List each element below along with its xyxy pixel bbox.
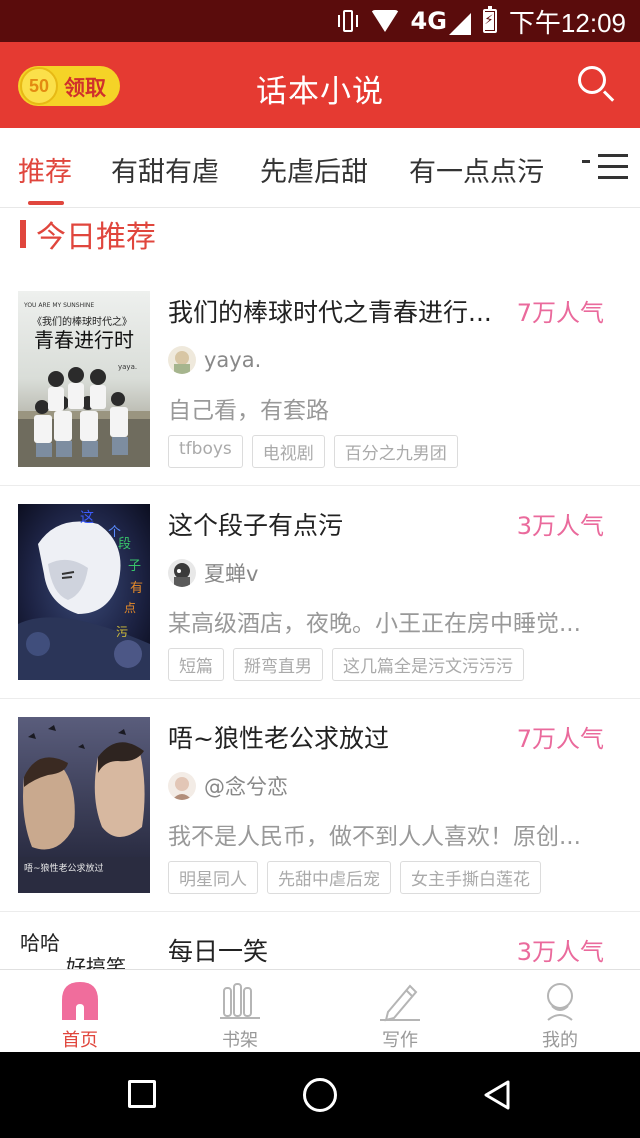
book-title: 这个段子有点污 <box>168 511 344 540</box>
section-title: 今日推荐 <box>20 216 156 255</box>
cover-text: 哈哈 <box>20 931 60 955</box>
author-name: yaya. <box>204 348 262 372</box>
nav-label: 我的 <box>542 1030 578 1051</box>
book-item[interactable]: 唔~狼性老公求放过 唔~狼性老公求放过 7万人气 @念兮恋 我不是人民币，做不到… <box>0 717 640 930</box>
author-row: 夏蝉v <box>168 558 258 588</box>
cover-char: 这 <box>80 509 94 526</box>
home-circle-icon <box>303 1078 337 1112</box>
book-tag[interactable]: 百分之九男团 <box>333 435 458 468</box>
signal-icon <box>448 13 471 35</box>
book-item[interactable]: YOU ARE MY SUNSHINE 《我们的棒球时代之》 青春进行时 yay… <box>0 291 640 504</box>
back-button[interactable] <box>448 1052 548 1138</box>
nav-home[interactable]: 首页 <box>0 970 160 1053</box>
book-summary: 自己看，有套路 <box>168 398 329 424</box>
author-name: @念兮恋 <box>204 775 288 799</box>
book-tag[interactable]: 女主手撕白莲花 <box>400 861 541 894</box>
author-name: 夏蝉v <box>204 562 259 586</box>
back-icon <box>484 1080 510 1110</box>
battery-charging-icon <box>482 6 497 33</box>
search-icon[interactable] <box>576 64 616 104</box>
book-title: 唔~狼性老公求放过 <box>168 724 389 753</box>
nav-profile[interactable]: 我的 <box>480 970 640 1053</box>
wifi-icon <box>370 10 399 32</box>
cover-char: 污 <box>116 625 128 639</box>
book-cover: YOU ARE MY SUNSHINE 《我们的棒球时代之》 青春进行时 yay… <box>18 291 150 467</box>
book-tags: 短篇 掰弯直男 这几篇全是污文污污污 <box>168 648 524 681</box>
system-nav-bar <box>0 1052 640 1138</box>
recents-icon <box>128 1080 156 1108</box>
tab-sweet-and-sad[interactable]: 有甜有虐 <box>111 150 219 189</box>
home-icon <box>60 980 100 1022</box>
cover-text: 好搞笑 <box>66 955 126 969</box>
book-summary: 某高级酒店，夜晚。小王正在房中睡觉... <box>168 611 581 637</box>
book-tag[interactable]: 明星同人 <box>168 861 258 894</box>
cover-author: yaya. <box>118 363 137 371</box>
network-type: 4G <box>410 7 447 35</box>
book-tags: tfboys 电视剧 百分之九男团 <box>168 435 458 468</box>
cover-title: 唔~狼性老公求放过 <box>24 862 104 874</box>
book-tag[interactable]: 短篇 <box>168 648 224 681</box>
book-tag[interactable]: tfboys <box>168 435 243 468</box>
popularity-count: 3万人气 <box>516 512 604 540</box>
book-tag[interactable]: 先甜中虐后宠 <box>267 861 391 894</box>
bookshelf-icon <box>220 980 260 1022</box>
author-avatar <box>168 346 196 374</box>
signal-group: 4G <box>411 7 471 35</box>
author-row: @念兮恋 <box>168 771 288 801</box>
home-button[interactable] <box>270 1052 370 1138</box>
nav-bookshelf[interactable]: 书架 <box>160 970 320 1053</box>
author-avatar <box>168 772 196 800</box>
book-summary: 我不是人民币，做不到人人喜欢！原创... <box>168 824 581 850</box>
recents-button[interactable] <box>92 1052 192 1138</box>
book-tags: 明星同人 先甜中虐后宠 女主手撕白莲花 <box>168 861 541 894</box>
tab-recommend[interactable]: 推荐 <box>18 150 72 189</box>
status-icons: 4G 下午12:09 <box>337 6 626 38</box>
nav-label: 书架 <box>222 1030 258 1051</box>
tab-indicator <box>28 201 64 205</box>
nav-label: 写作 <box>382 1030 418 1051</box>
tab-overflow <box>582 160 590 163</box>
section-title-text: 今日推荐 <box>36 220 156 255</box>
popularity-count: 7万人气 <box>516 725 604 753</box>
app-header: 50 领取 话本小说 <box>0 42 640 128</box>
book-title: 每日一笑 <box>168 937 269 966</box>
pencil-icon <box>380 980 420 1022</box>
book-tag[interactable]: 电视剧 <box>251 435 325 468</box>
divider <box>0 911 640 912</box>
cover-char: 段 <box>118 537 131 552</box>
nav-label: 首页 <box>62 1030 98 1051</box>
book-cover: 哈哈 好搞笑 <box>18 930 150 969</box>
vibrate-icon <box>337 8 359 34</box>
popularity-count: 3万人气 <box>516 938 604 966</box>
divider <box>0 698 640 699</box>
section-marker <box>20 220 26 248</box>
category-tabs: 推荐 有甜有虐 先虐后甜 有一点点污 <box>0 128 640 208</box>
app-title: 话本小说 <box>256 74 384 110</box>
cover-char: 有 <box>130 581 143 596</box>
cover-char: 子 <box>128 559 141 574</box>
book-item[interactable]: 这 个 段 子 有 点 污 这个段子有点污 3万人气 夏蝉v 某高级酒店，夜晚。… <box>0 504 640 717</box>
tab-a-little-naughty[interactable]: 有一点点污 <box>409 150 544 189</box>
book-cover: 唔~狼性老公求放过 <box>18 717 150 893</box>
divider <box>0 485 640 486</box>
profile-icon <box>540 980 580 1022</box>
tab-sad-then-sweet[interactable]: 先虐后甜 <box>260 150 368 189</box>
cover-char: 点 <box>124 601 136 615</box>
cover-tagline: YOU ARE MY SUNSHINE <box>23 302 94 309</box>
popularity-count: 7万人气 <box>516 299 604 327</box>
cover-title: 青春进行时 <box>34 328 134 352</box>
status-bar: 4G 下午12:09 <box>0 0 640 42</box>
menu-icon[interactable] <box>598 154 630 182</box>
bottom-nav: 首页 书架 写作 我的 <box>0 969 640 1052</box>
book-item[interactable]: 哈哈 好搞笑 每日一笑 3万人气 <box>0 930 640 969</box>
book-cover: 这 个 段 子 有 点 污 <box>18 504 150 680</box>
author-avatar <box>168 559 196 587</box>
book-tag[interactable]: 掰弯直男 <box>233 648 323 681</box>
book-title: 我们的棒球时代之青春进行... <box>168 298 492 327</box>
author-row: yaya. <box>168 345 261 375</box>
status-time: 下午12:09 <box>508 7 626 38</box>
cover-subtitle: 《我们的棒球时代之》 <box>32 315 132 328</box>
nav-write[interactable]: 写作 <box>320 970 480 1053</box>
book-tag[interactable]: 这几篇全是污文污污污 <box>332 648 524 681</box>
